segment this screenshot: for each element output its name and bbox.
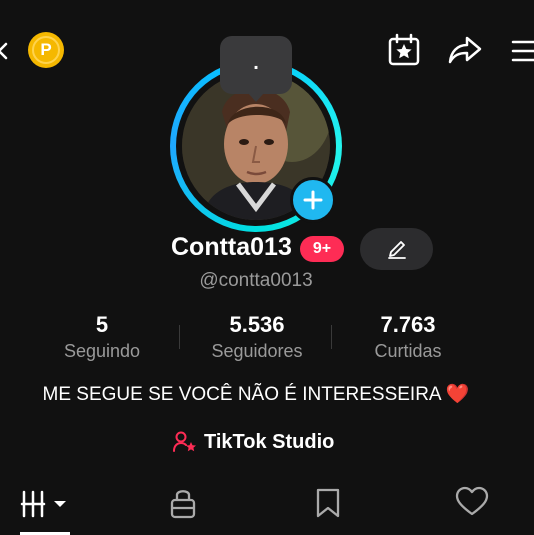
private-tab[interactable] — [168, 486, 198, 520]
bookmark-icon — [316, 488, 340, 518]
stat-followers[interactable]: 5.536 Seguidores — [192, 312, 322, 362]
stat-following-label: Seguindo — [63, 341, 141, 361]
stat-following[interactable]: 5 Seguindo — [42, 312, 162, 362]
username: @contta0013 — [199, 270, 313, 291]
menu-icon[interactable] — [511, 38, 534, 64]
lock-icon — [170, 490, 196, 519]
stat-divider — [331, 325, 332, 349]
calendar-star-icon[interactable] — [387, 33, 421, 67]
stat-followers-value: 5.536 — [229, 312, 285, 337]
videos-grid-tab[interactable] — [20, 486, 72, 535]
badge-count: 9+ — [312, 240, 332, 257]
stat-followers-label: Seguidores — [211, 341, 303, 361]
chevron-down-icon — [54, 501, 66, 507]
add-follow-button[interactable] — [290, 177, 336, 223]
person-star-icon — [173, 431, 196, 452]
stat-following-value: 5 — [95, 312, 109, 337]
tiktok-studio-label: TikTok Studio — [204, 430, 335, 453]
stat-likes[interactable]: 7.763 Curtidas — [348, 312, 468, 362]
display-name: Contta013 — [171, 233, 292, 261]
pencil-icon — [387, 241, 406, 259]
heart-icon — [455, 486, 489, 516]
coin-letter: P — [40, 40, 52, 59]
note-bubble[interactable]: . — [220, 36, 292, 102]
plus-icon — [303, 190, 323, 210]
back-icon[interactable] — [0, 40, 12, 62]
tiktok-studio-link[interactable]: TikTok Studio — [172, 428, 334, 456]
stat-divider — [179, 325, 180, 349]
note-bubble-tail — [248, 93, 264, 102]
note-text: . — [253, 52, 259, 74]
edit-profile-button[interactable] — [360, 228, 433, 270]
notification-badge[interactable]: 9+ — [300, 236, 344, 262]
grid-icon — [20, 490, 66, 518]
liked-tab[interactable] — [455, 486, 489, 518]
bio: ME SEGUE SE VOCÊ NÃO É INTERESSEIRA ❤️ — [42, 384, 470, 405]
saved-tab[interactable] — [314, 486, 342, 520]
stat-likes-label: Curtidas — [374, 341, 442, 361]
stat-likes-value: 7.763 — [380, 312, 436, 337]
coin-icon[interactable]: P — [28, 32, 64, 68]
share-icon[interactable] — [447, 34, 483, 66]
